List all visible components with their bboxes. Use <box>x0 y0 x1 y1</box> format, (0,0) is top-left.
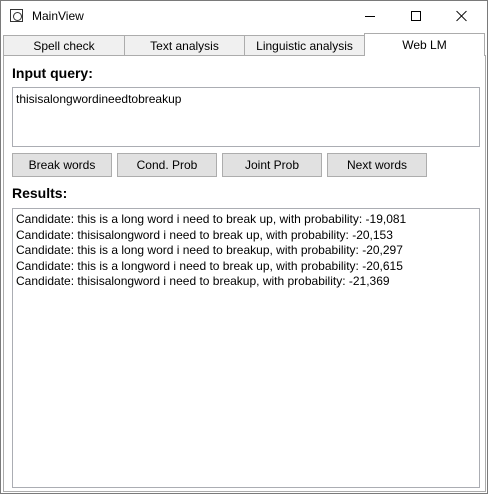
tab-text-analysis[interactable]: Text analysis <box>124 35 245 55</box>
minimize-icon <box>365 15 375 17</box>
result-line: Candidate: this is a long word i need to… <box>16 212 407 226</box>
result-line: Candidate: this is a longword i need to … <box>16 258 403 273</box>
next-words-button[interactable]: Next words <box>327 153 427 177</box>
joint-prob-button[interactable]: Joint Prob <box>222 153 322 177</box>
close-button[interactable] <box>439 1 485 31</box>
app-window-icon <box>10 9 23 22</box>
main-window: MainView Spell check Text analysis Lingu… <box>0 0 488 494</box>
tab-bar: Spell check Text analysis Linguistic ana… <box>3 33 487 56</box>
tab-spell-check[interactable]: Spell check <box>3 35 125 55</box>
close-icon <box>456 10 468 22</box>
cond-prob-button[interactable]: Cond. Prob <box>117 153 217 177</box>
result-line: Candidate: thisisalongword i need to bre… <box>16 227 393 242</box>
tab-web-lm[interactable]: Web LM <box>364 33 485 56</box>
results-label: Results: <box>12 185 68 201</box>
result-line: Candidate: thisisalongword i need to bre… <box>16 274 390 288</box>
title-bar[interactable]: MainView <box>1 1 487 31</box>
break-words-button[interactable]: Break words <box>12 153 112 177</box>
maximize-button[interactable] <box>393 1 439 31</box>
maximize-icon <box>411 11 421 21</box>
input-query-field[interactable] <box>12 87 480 147</box>
input-query-label: Input query: <box>12 65 93 81</box>
result-line: Candidate: this is a long word i need to… <box>16 243 403 257</box>
tab-linguistic-analysis[interactable]: Linguistic analysis <box>244 35 365 55</box>
web-lm-panel: Input query: Break words Cond. Prob Join… <box>3 55 486 492</box>
results-box[interactable]: Candidate: this is a long word i need to… <box>12 208 480 488</box>
window-title: MainView <box>32 9 84 23</box>
minimize-button[interactable] <box>347 1 393 31</box>
